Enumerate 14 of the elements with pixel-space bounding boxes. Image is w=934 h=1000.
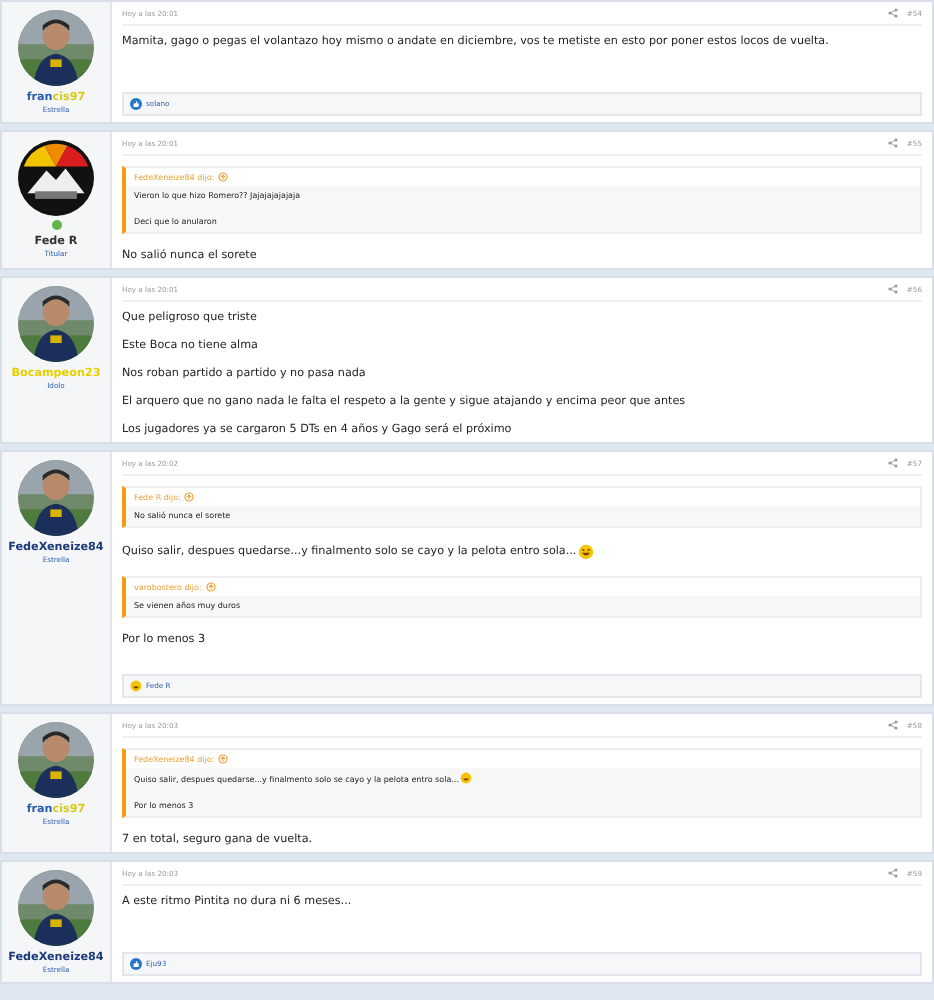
avatar-logo (18, 140, 94, 216)
share-icon[interactable] (888, 720, 899, 730)
arrow-up-circle-icon[interactable] (205, 582, 216, 592)
arrow-up-circle-icon[interactable] (218, 172, 229, 182)
thumbs-up-icon (130, 958, 142, 970)
share-icon[interactable] (888, 8, 899, 18)
arrow-up-circle-icon[interactable] (218, 754, 229, 764)
share-icon[interactable] (888, 284, 899, 294)
thumbs-up-icon (130, 98, 142, 110)
arrow-up-circle-icon[interactable] (184, 492, 195, 502)
share-icon[interactable] (888, 868, 899, 878)
share-icon[interactable] (888, 138, 899, 148)
laughing-emoji-icon (130, 680, 142, 692)
share-icon[interactable] (888, 458, 899, 468)
